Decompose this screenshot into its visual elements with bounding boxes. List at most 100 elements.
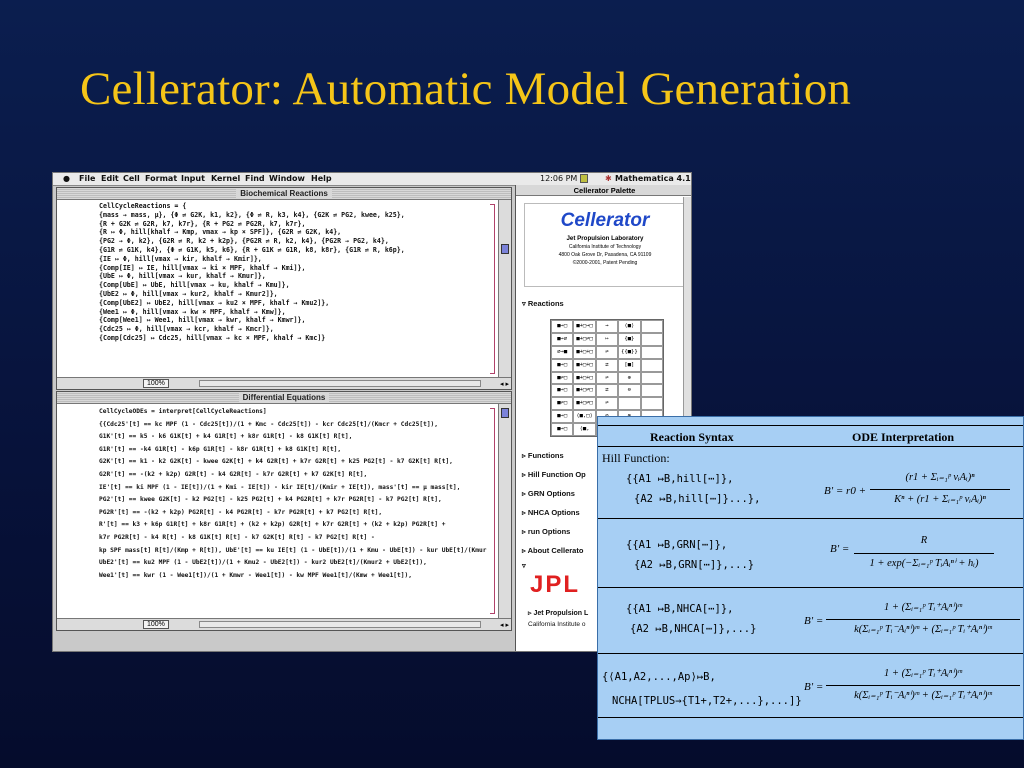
formula-numerator: 1 + (Σᵢ₌₁ᵖ Tᵢ⁺Aᵢⁿⁱ)ᵐ [884,602,962,613]
formula-denominator: k(Σᵢ₌₁ᵖ Tᵢ⁻Aᵢⁿⁱ)ᵐ + (Σᵢ₌₁ᵖ Tᵢ⁺Aᵢⁿⁱ)ᵐ [854,690,992,701]
slide-title: Cellerator: Automatic Model Generation [80,63,852,115]
code-line: {Comp[IE] ↦ IE, hill[vmax → ki × MPF, kh… [99,263,306,272]
section-run-options[interactable]: ▹ run Options [522,527,570,536]
formula-lhs: B′ = [830,543,850,555]
code-line: {Comp[UbE2] ↦ UbE2, hill[vmax → ku2 × MP… [99,298,330,307]
syntax-line: NCHA[TPLUS→{T1+,T2+,...},...]} [612,695,802,707]
formula-numerator: (r1 + Σᵢ₌₁ᵖ vᵢAᵢ)ⁿ [905,472,975,483]
fraction-line [826,685,1020,686]
code-line: {PG2 → Φ, k2}, {G2R ⇌ R, k2 + k2p}, {PG2… [99,237,389,246]
syntax-line: {A2 ↦B,hill[⋯]}...}, [634,493,761,505]
syntax-line: {{A1 ↦B,NHCA[⋯]}, [626,603,734,615]
formula-denominator: k(Σᵢ₌₁ᵖ Tᵢ⁻Aᵢⁿⁱ)ᵐ + (Σᵢ₌₁ᵖ Tᵢ⁺Aᵢⁿⁱ)ᵐ [854,624,992,635]
scroll-arrows-icon[interactable]: ◂ ▸ [500,379,509,389]
menu-app-name[interactable]: Mathematica 4.1 [615,174,691,183]
expand-triangle-icon[interactable]: ▿ [522,561,526,570]
jpl-logo: JPL [530,571,581,598]
formula-numerator: 1 + (Σᵢ₌₁ᵖ Tᵢ⁺Aᵢⁿⁱ)ᵐ [884,668,962,679]
header-ode-interpretation: ODE Interpretation [852,430,955,444]
palette-copyright: ©2000-2001, Patent Pending [572,260,638,266]
fraction-line [826,619,1020,620]
menu-input[interactable]: Input [181,174,205,183]
menu-kernel[interactable]: Kernel [211,174,240,183]
section-nhca-options[interactable]: ▹ NHCA Options [522,508,580,517]
section-reactions[interactable]: ▿ Reactions [522,299,564,308]
section-functions[interactable]: ▹ Functions [522,451,564,460]
vertical-scrollbar[interactable] [498,404,511,618]
code-line: PG2'[t] == kwee G2K[t] - k2 PG2[t] - k25… [99,496,442,504]
apple-menu-icon[interactable]: ● [63,174,70,183]
menu-cell[interactable]: Cell [123,174,140,183]
scroll-arrows-icon[interactable]: ◂ ▸ [500,620,509,630]
code-line: kp SPF mass[t] R[t]/(Kmp + R[t]), UbE'[t… [99,546,489,554]
fraction-line [854,553,994,554]
cell-bracket[interactable] [490,204,495,374]
window-title-bar[interactable]: Differential Equations [57,392,511,404]
header-reaction-syntax: Reaction Syntax [650,430,734,444]
section-hill-options[interactable]: ▹ Hill Function Op [522,470,586,479]
mathematica-screenshot: ● File Edit Cell Format Input Kernel Fin… [52,172,692,652]
syntax-line: {⟨A1,A2,...,Ap⟩↦B, [602,671,716,683]
palette-inst: California Institute of Technology [568,244,642,250]
scroll-thumb[interactable] [501,408,509,418]
section-about[interactable]: ▹ About Cellerato [522,546,583,555]
formula-lhs: B′ = [804,615,824,627]
code-line: {Comp[UbE] ↦ UbE, hill[vmax → ku, khalf … [99,281,290,290]
code-line: CellCycleODEs = interpret[CellCycleReact… [99,408,267,415]
code-line: k7r PG2R[t] - k4 R[t] - k8 G1K[t] R[t] -… [99,533,375,541]
status-bar: 100% ◂ ▸ [57,618,511,630]
scroll-thumb[interactable] [501,244,509,254]
code-line: {IE ↦ Φ, hill[vmax → kir, khalf → Kmir]}… [99,254,262,263]
section-grn-options[interactable]: ▹ GRN Options [522,489,575,498]
finder-icon[interactable] [580,174,588,183]
formula-denominator: 1 + exp(−Σᵢ₌₁ᵖ TᵢAᵢⁿⁱ + hᵢ) [869,558,979,569]
biochemical-reactions-window: Biochemical Reactions CellCycleReactions… [56,187,512,390]
window-title: Biochemical Reactions [236,189,332,198]
syntax-line: {A2 ↦B,NHCA[⋯]},...} [630,623,757,635]
palette-footer-lab: ▹ Jet Propulsion L [528,610,589,617]
menu-format[interactable]: Format [145,174,177,183]
app-icon[interactable]: ✱ [605,174,612,183]
menu-window[interactable]: Window [269,174,305,183]
syntax-line: {{A1 ↦B,GRN[⋯]}, [626,539,728,551]
menu-edit[interactable]: Edit [101,174,119,183]
notebook-content[interactable]: CellCycleReactions = { {mass → mass, μ},… [99,202,489,375]
code-line: G2K'[t] == k1 - k2 G2K[t] - kwee G2K[t] … [99,458,453,466]
formula-lhs: B′ = r0 + [824,485,867,497]
palette-footer-inst: California Institute o [528,621,586,628]
horizontal-scrollbar[interactable] [199,621,481,628]
menu-find[interactable]: Find [245,174,265,183]
code-line: G1K'[t] == k5 - k6 G1K[t] + k4 G1R[t] + … [99,433,353,441]
zoom-select[interactable]: 100% [143,620,169,629]
window-title: Differential Equations [238,393,330,402]
code-line: {UbE ↦ Φ, hill[vmax → kur, khalf → Kmur]… [99,272,266,281]
window-title-bar[interactable]: Biochemical Reactions [57,188,511,200]
vertical-scrollbar[interactable] [498,200,511,377]
horizontal-scrollbar[interactable] [199,380,481,387]
code-line: PG2R'[t] == -(k2 + k2p) PG2R[t] - k4 PG2… [99,508,383,516]
menu-file[interactable]: File [79,174,95,183]
code-line: {UbE2 ↦ Φ, hill[vmax → kur2, khalf → Kmu… [99,289,278,298]
code-line: {{Cdc25'[t] == kc MPF (1 - Cdc25[t])/(1 … [99,420,438,428]
status-bar: 100% ◂ ▸ [57,377,511,389]
palette-title[interactable]: Cellerator Palette [516,185,691,196]
formula-numerator: R [920,535,928,546]
menu-help[interactable]: Help [311,174,332,183]
palette-lab: Jet Propulsion Laboratory [566,235,644,242]
code-line: Wee1'[t] == kwr (1 - Wee1[t])/(1 + Kmwr … [99,571,412,579]
row-separator [598,587,1023,588]
table-header: Reaction Syntax ODE Interpretation [598,425,1023,447]
row-separator [598,653,1023,654]
notebook-content[interactable]: CellCycleODEs = interpret[CellCycleReact… [99,406,489,616]
menu-clock: 12:06 PM [540,174,578,183]
code-line: {mass → mass, μ}, {Φ ⇌ G2K, k1, k2}, {Φ … [99,210,405,219]
slide: Cellerator: Automatic Model Generation ●… [0,0,1024,768]
zoom-select[interactable]: 100% [143,379,169,388]
cell-bracket[interactable] [490,408,495,614]
code-line: CellCycleReactions = { [99,202,187,210]
code-line: {Wee1 ↦ Φ, hill[vmax → kw × MPF, khalf →… [99,307,286,316]
row-separator [598,717,1023,718]
code-line: {Comp[Wee1] ↦ Wee1, hill[vmax → kwr, kha… [99,316,306,325]
palette-logo-text: Cellerator [560,210,650,231]
code-line: {Comp[Cdc25] ↦ Cdc25, hill[vmax → kc × M… [99,333,326,342]
